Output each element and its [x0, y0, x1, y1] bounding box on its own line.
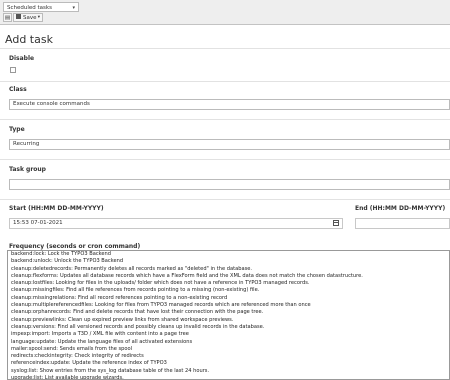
divider: [0, 199, 450, 200]
page-title: Add task: [5, 33, 53, 46]
dropdown-option[interactable]: cleanup:versions: Find all versioned rec…: [8, 324, 449, 331]
dropdown-option[interactable]: cleanup:deletedrecords: Permanently dele…: [8, 266, 449, 273]
module-docheader: Scheduled tasks ▾ ▤ Save ▾: [0, 0, 450, 25]
module-function-select-value: Scheduled tasks: [7, 5, 52, 11]
module-function-select[interactable]: Scheduled tasks ▾: [3, 2, 79, 12]
save-button[interactable]: Save ▾: [13, 13, 43, 22]
dropdown-option[interactable]: mailer:spool:send: Sends emails from the…: [8, 346, 449, 353]
disable-label: Disable: [9, 55, 35, 62]
frequency-label: Frequency (seconds or cron command): [9, 243, 141, 250]
dropdown-option[interactable]: cleanup:previewlinks: Clean up expired p…: [8, 317, 449, 324]
divider: [0, 81, 450, 82]
type-select[interactable]: Recurring: [9, 139, 450, 150]
save-label: Save: [23, 15, 37, 21]
dropdown-option[interactable]: cleanup:lostfiles: Looking for files in …: [8, 280, 449, 287]
command-dropdown-list[interactable]: backend:lock: Lock the TYPO3 Backend back…: [7, 250, 450, 380]
dropdown-option[interactable]: upgrade:list: List available upgrade wiz…: [8, 375, 449, 379]
dropdown-option[interactable]: cleanup:orphanrecords: Find and delete r…: [8, 309, 449, 316]
type-select-value: Recurring: [13, 141, 40, 147]
divider: [0, 48, 450, 49]
dropdown-option[interactable]: backend:unlock: Unlock the TYPO3 Backend: [8, 258, 449, 265]
chevron-down-icon: ▾: [72, 5, 75, 11]
dropdown-option[interactable]: cleanup:missingfiles: Find all file refe…: [8, 287, 449, 294]
dropdown-option[interactable]: cleanup:missingrelations: Find all recor…: [8, 295, 449, 302]
class-select-value: Execute console commands: [13, 101, 90, 107]
calendar-icon[interactable]: [333, 220, 339, 226]
divider: [0, 159, 450, 160]
dropdown-option[interactable]: referenceindex:update: Update the refere…: [8, 360, 449, 367]
task-group-label: Task group: [9, 166, 46, 173]
dropdown-option[interactable]: cleanup:flexforms: Updates all database …: [8, 273, 449, 280]
save-icon: [16, 14, 21, 19]
start-label: Start (HH:MM DD-MM-YYYY): [9, 205, 104, 212]
dropdown-option[interactable]: language:update: Update the language fil…: [8, 339, 449, 346]
dropdown-option[interactable]: redirects:checkintegrity: Check integrit…: [8, 353, 449, 360]
task-group-select[interactable]: [9, 179, 450, 190]
class-label: Class: [9, 86, 27, 93]
dropdown-option[interactable]: syslog:list: Show entries from the sys_l…: [8, 368, 449, 375]
dropdown-option[interactable]: impexp:import: Imports a T3D / XML file …: [8, 331, 449, 338]
disable-checkbox[interactable]: [10, 67, 16, 73]
start-datetime-value: 15:53 07-01-2021: [13, 220, 63, 226]
type-label: Type: [9, 126, 25, 133]
document-icon: ▤: [4, 15, 11, 21]
start-datetime-input[interactable]: 15:53 07-01-2021: [9, 218, 343, 229]
dropdown-option[interactable]: backend:lock: Lock the TYPO3 Backend: [8, 251, 449, 258]
new-document-button[interactable]: ▤: [3, 13, 12, 22]
chevron-down-icon: ▾: [37, 15, 40, 20]
end-datetime-input[interactable]: [355, 218, 450, 229]
class-select[interactable]: Execute console commands: [9, 99, 450, 110]
dropdown-option[interactable]: cleanup:multiplereferencedfiles: Looking…: [8, 302, 449, 309]
divider: [0, 119, 450, 120]
end-label: End (HH:MM DD-MM-YYYY): [355, 205, 446, 212]
